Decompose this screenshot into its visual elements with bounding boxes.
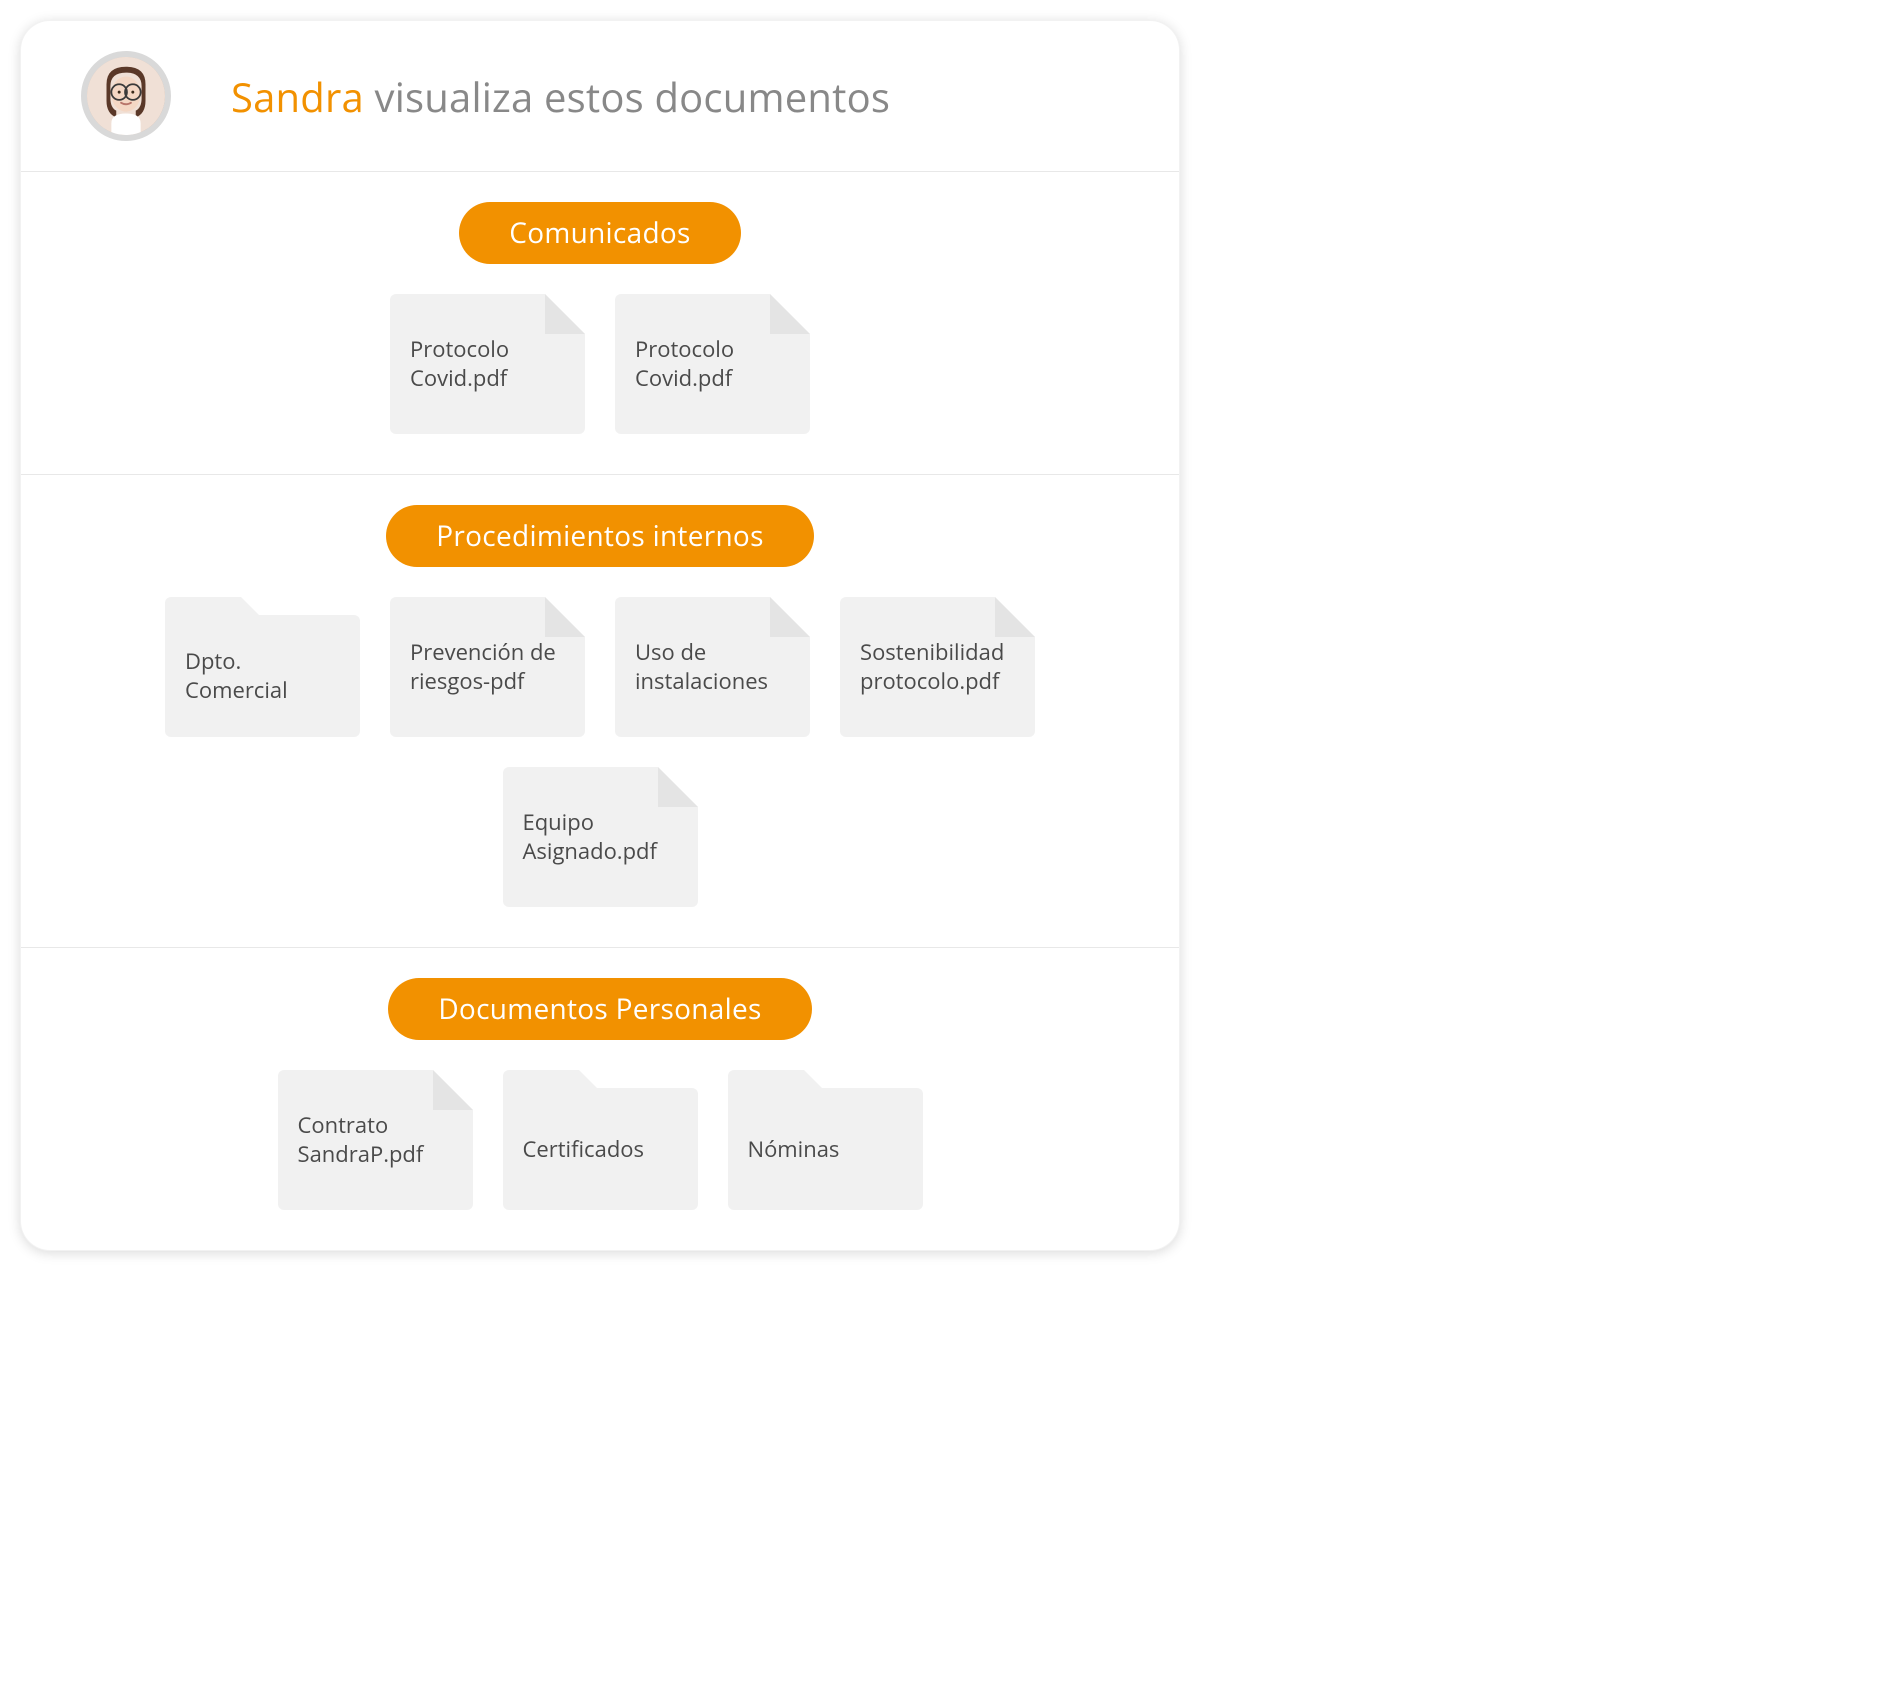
file-item[interactable]: Protocolo Covid.pdf: [390, 294, 585, 434]
folder-item[interactable]: Dpto. Comercial: [165, 615, 360, 737]
title-name: Sandra: [231, 69, 364, 124]
items-row: Contrato SandraP.pdf Certificados Nóminas: [61, 1070, 1139, 1210]
file-item[interactable]: Equipo Asignado.pdf: [503, 767, 698, 907]
avatar: [81, 51, 171, 141]
item-label: Protocolo Covid.pdf: [410, 335, 565, 392]
item-label: Contrato SandraP.pdf: [298, 1111, 453, 1168]
file-item[interactable]: Prevención de riesgos-pdf: [390, 597, 585, 737]
item-label: Prevención de riesgos-pdf: [410, 638, 565, 695]
title-rest: visualiza estos documentos: [364, 69, 890, 124]
item-label: Dpto. Comercial: [185, 647, 340, 704]
section-title-pill: Documentos Personales: [388, 978, 811, 1040]
item-label: Nóminas: [748, 1135, 840, 1164]
folder-item[interactable]: Certificados: [503, 1088, 698, 1210]
section-title-pill: Comunicados: [459, 202, 740, 264]
file-item[interactable]: Uso de instalaciones: [615, 597, 810, 737]
avatar-image: [87, 57, 165, 135]
items-row: Dpto. Comercial Prevención de riesgos-pdf…: [61, 597, 1139, 907]
item-label: Uso de instalaciones: [635, 638, 790, 695]
section: ComunicadosProtocolo Covid.pdfProtocolo …: [21, 171, 1179, 474]
item-label: Sostenibilidad protocolo.pdf: [860, 638, 1015, 695]
file-item[interactable]: Contrato SandraP.pdf: [278, 1070, 473, 1210]
file-item[interactable]: Sostenibilidad protocolo.pdf: [840, 597, 1035, 737]
folder-item[interactable]: Nóminas: [728, 1088, 923, 1210]
documents-card: Sandra visualiza estos documentos Comuni…: [20, 20, 1180, 1251]
card-header: Sandra visualiza estos documentos: [21, 21, 1179, 171]
item-label: Certificados: [523, 1135, 645, 1164]
section-title-pill: Procedimientos internos: [386, 505, 813, 567]
page-title: Sandra visualiza estos documentos: [231, 69, 890, 124]
section: Documentos Personales Contrato SandraP.pd…: [21, 947, 1179, 1250]
section: Procedimientos internos Dpto. Comercial Pr…: [21, 474, 1179, 947]
items-row: Protocolo Covid.pdf Protocolo Covid.pdf: [61, 294, 1139, 434]
file-item[interactable]: Protocolo Covid.pdf: [615, 294, 810, 434]
item-label: Protocolo Covid.pdf: [635, 335, 790, 392]
item-label: Equipo Asignado.pdf: [523, 808, 678, 865]
